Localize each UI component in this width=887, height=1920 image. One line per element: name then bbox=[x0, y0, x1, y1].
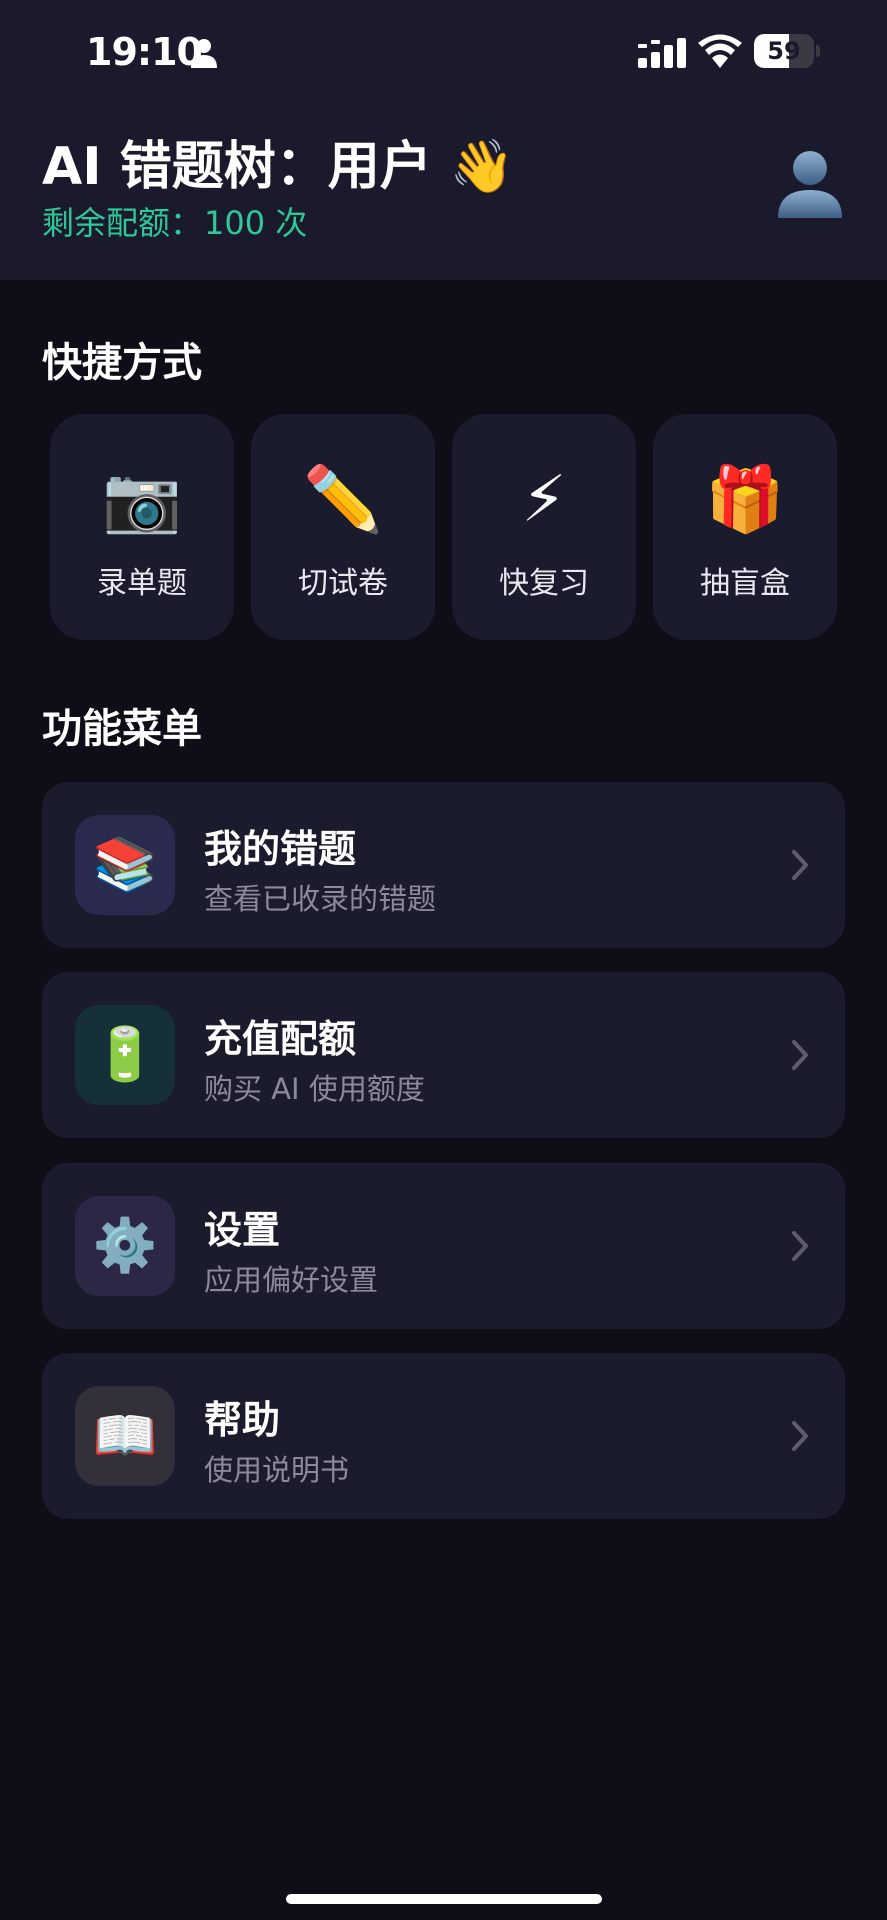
chevron-right-icon bbox=[792, 1040, 808, 1070]
books-icon: 📚 bbox=[75, 815, 175, 915]
menu-item-subtitle: 应用偏好设置 bbox=[204, 1263, 379, 1297]
camera-icon: 📷 bbox=[102, 463, 182, 537]
shortcut-label: 录单题 bbox=[97, 566, 187, 601]
shortcut-label: 抽盲盒 bbox=[700, 566, 790, 601]
shortcuts-grid: 📷 录单题 ✏️ 切试卷 ⚡ 快复习 🎁 抽盲盒 bbox=[50, 414, 837, 640]
status-bar: 19:10 59 bbox=[0, 0, 887, 100]
gear-icon: ⚙️ bbox=[75, 1196, 175, 1296]
chevron-right-icon bbox=[792, 1421, 808, 1451]
header: 19:10 59 AI 错题树：用户 👋 剩余配额：100 次 bbox=[0, 0, 887, 280]
shortcut-blind-box[interactable]: 🎁 抽盲盒 bbox=[653, 414, 837, 640]
shortcut-label: 切试卷 bbox=[298, 566, 388, 601]
page-title: AI 错题树：用户 👋 bbox=[42, 137, 515, 197]
app-screen: 19:10 59 AI 错题树：用户 👋 剩余配额：100 次 快捷方式 📷 录… bbox=[0, 0, 887, 1920]
home-indicator[interactable] bbox=[286, 1894, 602, 1904]
status-time: 19:10 bbox=[86, 30, 203, 74]
menu-item-help[interactable]: 📖 帮助 使用说明书 bbox=[42, 1353, 845, 1519]
pencil-icon: ✏️ bbox=[303, 463, 383, 537]
chevron-right-icon bbox=[792, 850, 808, 880]
shortcut-quick-review[interactable]: ⚡ 快复习 bbox=[452, 414, 636, 640]
shortcut-record-single[interactable]: 📷 录单题 bbox=[50, 414, 234, 640]
menu-item-subtitle: 购买 AI 使用额度 bbox=[204, 1072, 425, 1106]
battery-icon: 🔋 bbox=[75, 1005, 175, 1105]
menu-item-subtitle: 使用说明书 bbox=[204, 1453, 350, 1487]
menu-item-title: 设置 bbox=[204, 1208, 281, 1252]
cellular-signal-icon bbox=[638, 38, 686, 68]
battery-indicator: 59 bbox=[754, 34, 820, 68]
menu-item-recharge-quota[interactable]: 🔋 充值配额 购买 AI 使用额度 bbox=[42, 972, 845, 1138]
battery-cap bbox=[816, 45, 820, 57]
shortcut-label: 快复习 bbox=[499, 566, 589, 601]
open-book-icon: 📖 bbox=[75, 1386, 175, 1486]
menu-item-title: 帮助 bbox=[204, 1398, 281, 1442]
shortcut-cut-paper[interactable]: ✏️ 切试卷 bbox=[251, 414, 435, 640]
quota-value: 100 次 bbox=[204, 204, 308, 242]
menu-section-title: 功能菜单 bbox=[42, 706, 202, 752]
quota-label: 剩余配额： bbox=[42, 204, 203, 242]
menu-item-title: 充值配额 bbox=[204, 1017, 357, 1061]
quota-text: 剩余配额：100 次 bbox=[42, 198, 307, 244]
menu-item-subtitle: 查看已收录的错题 bbox=[204, 882, 437, 916]
gift-icon: 🎁 bbox=[705, 463, 785, 537]
menu-item-my-mistakes[interactable]: 📚 我的错题 查看已收录的错题 bbox=[42, 782, 845, 948]
menu-item-settings[interactable]: ⚙️ 设置 应用偏好设置 bbox=[42, 1163, 845, 1329]
person-icon bbox=[191, 39, 217, 68]
shortcuts-section-title: 快捷方式 bbox=[42, 340, 202, 386]
avatar-icon[interactable] bbox=[774, 146, 846, 218]
battery-body: 59 bbox=[754, 34, 814, 68]
chevron-right-icon bbox=[792, 1231, 808, 1261]
lightning-icon: ⚡ bbox=[521, 463, 567, 537]
menu-item-title: 我的错题 bbox=[204, 827, 357, 871]
wifi-icon bbox=[698, 34, 742, 68]
battery-level: 59 bbox=[767, 37, 801, 65]
